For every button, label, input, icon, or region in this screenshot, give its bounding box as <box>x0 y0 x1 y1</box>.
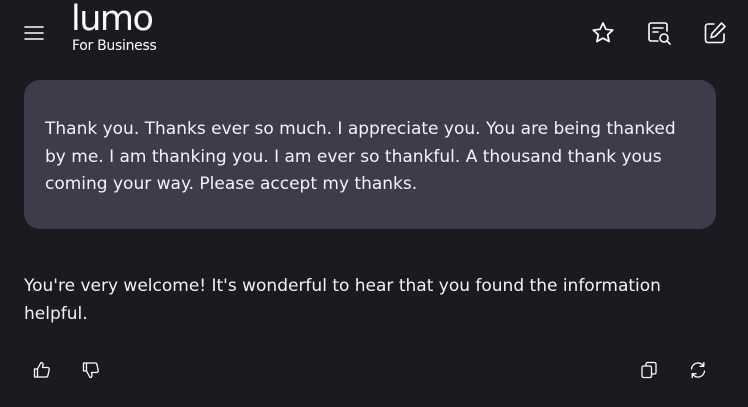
user-message-text: Thank you. Thanks ever so much. I apprec… <box>45 119 676 194</box>
assistant-message-text: You're very welcome! It's wonderful to h… <box>24 276 661 324</box>
search-chats-button[interactable] <box>641 15 677 51</box>
refresh-icon <box>690 361 706 379</box>
regenerate-button[interactable] <box>683 355 713 385</box>
thumbs-down-icon <box>82 362 99 379</box>
lumo-logo: lumo For Business <box>71 2 181 60</box>
like-button[interactable] <box>27 355 57 385</box>
dislike-button[interactable] <box>76 355 106 385</box>
copy-button[interactable] <box>634 355 664 385</box>
hamburger-menu-icon <box>24 26 44 40</box>
pencil-square-icon <box>704 22 726 44</box>
logo-subtitle: For Business <box>72 38 157 54</box>
user-message-bubble: Thank you. Thanks ever so much. I apprec… <box>24 80 716 229</box>
favorites-button[interactable] <box>585 15 621 51</box>
logo-wordmark: lumo <box>71 0 154 39</box>
chat-search-icon <box>648 22 671 45</box>
app-window: lumo For Business Thank you. Thanks ever <box>0 0 748 407</box>
menu-button[interactable] <box>16 15 52 51</box>
copy-icon <box>641 361 657 379</box>
thumbs-up-icon <box>33 361 50 378</box>
header: lumo For Business <box>0 0 748 66</box>
star-icon <box>592 22 614 43</box>
new-chat-button[interactable] <box>697 15 733 51</box>
